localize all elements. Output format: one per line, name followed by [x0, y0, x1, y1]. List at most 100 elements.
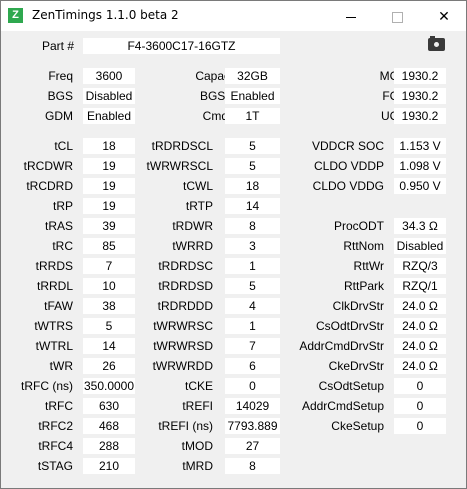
cmd2t-value: 1T — [225, 108, 280, 124]
twtrl-value: 14 — [83, 338, 135, 354]
trrds-value: 7 — [83, 258, 135, 274]
twtrs-value: 5 — [83, 318, 135, 334]
tmod-label: tMOD — [181, 439, 213, 453]
clkdrvstr-label: ClkDrvStr — [332, 299, 384, 313]
procodt-value: 34.3 Ω — [394, 218, 446, 234]
cldo-vddp-label: CLDO VDDP — [313, 159, 384, 173]
twrwrsd-label: tWRWRSD — [153, 339, 213, 353]
trdrdscl-label: tRDRDSCL — [151, 139, 213, 153]
maximize-icon — [391, 11, 403, 23]
csodtsetup-value: 0 — [394, 378, 446, 394]
part-number-value: F4-3600C17-16GTZ — [83, 38, 280, 54]
twrwrdd-label: tWRWRDD — [152, 359, 213, 373]
mclk-value: 1930.2 — [394, 68, 446, 84]
trdrdsc-label: tRDRDSC — [158, 259, 213, 273]
trdrdscl-value: 5 — [225, 138, 280, 154]
twrwrscl-label: tWRWRSCL — [146, 159, 213, 173]
trdwr-label: tRDWR — [172, 219, 213, 233]
rttwr-value: RZQ/3 — [394, 258, 446, 274]
part-number-label: Part # — [41, 39, 74, 53]
twtrl-label: tWTRL — [35, 339, 73, 353]
tcwl-value: 18 — [225, 178, 280, 194]
vddcr-soc-value: 1.153 V — [394, 138, 446, 154]
csodtdrvstr-label: CsOdtDrvStr — [315, 319, 384, 333]
bgs-alt-value: Enabled — [225, 88, 280, 104]
procodt-label: ProcODT — [333, 219, 384, 233]
window-title: ZenTimings 1.1.0 beta 2 — [32, 8, 179, 22]
trc-value: 85 — [83, 238, 135, 254]
trfc2-label: tRFC2 — [38, 419, 73, 433]
title-bar[interactable]: Z ZenTimings 1.1.0 beta 2 ✕ — [1, 1, 466, 31]
tfaw-value: 38 — [83, 298, 135, 314]
app-logo-icon: Z — [8, 8, 23, 23]
rttnom-label: RttNom — [343, 239, 384, 253]
trc-label: tRC — [52, 239, 73, 253]
minimize-icon — [346, 16, 356, 18]
addrcmddrvstr-label: AddrCmdDrvStr — [299, 339, 384, 353]
trcdrd-label: tRCDRD — [26, 179, 73, 193]
trfc-ns-value: 350.0000 — [83, 378, 135, 394]
trrdl-label: tRRDL — [36, 279, 73, 293]
twrwrscl-value: 5 — [225, 158, 280, 174]
app-window: Z ZenTimings 1.1.0 beta 2 ✕ Part # F4-36… — [0, 0, 467, 489]
trefi-label: tREFI — [182, 399, 213, 413]
rttpark-value: RZQ/1 — [394, 278, 446, 294]
trfc4-label: tRFC4 — [38, 439, 73, 453]
minimize-button[interactable] — [328, 1, 374, 31]
ckedrvstr-value: 24.0 Ω — [394, 358, 446, 374]
twr-label: tWR — [49, 359, 73, 373]
trfc-value: 630 — [83, 398, 135, 414]
cldo-vddg-label: CLDO VDDG — [312, 179, 384, 193]
tcl-label: tCL — [54, 139, 73, 153]
tcke-label: tCKE — [184, 379, 213, 393]
tstag-value: 210 — [83, 458, 135, 474]
addrcmddrvstr-value: 24.0 Ω — [394, 338, 446, 354]
trfc-ns-label: tRFC (ns) — [21, 379, 73, 393]
csodtsetup-label: CsOdtSetup — [318, 379, 384, 393]
rttwr-label: RttWr — [353, 259, 384, 273]
trp-label: tRP — [52, 199, 73, 213]
trcdwr-value: 19 — [83, 158, 135, 174]
trcdwr-label: tRCDWR — [23, 159, 73, 173]
fclk-value: 1930.2 — [394, 88, 446, 104]
maximize-button — [374, 1, 420, 31]
twrrd-label: tWRRD — [172, 239, 213, 253]
freq-value: 3600 — [83, 68, 135, 84]
clkdrvstr-value: 24.0 Ω — [394, 298, 446, 314]
bgs-value: Disabled — [83, 88, 135, 104]
tmod-value: 27 — [225, 438, 280, 454]
addrcmdsetup-label: AddrCmdSetup — [301, 399, 384, 413]
ckedrvstr-label: CkeDrvStr — [328, 359, 384, 373]
rttnom-value: Disabled — [394, 238, 446, 254]
ckesetup-value: 0 — [394, 418, 446, 434]
close-button[interactable]: ✕ — [421, 1, 467, 31]
close-icon: ✕ — [438, 8, 450, 24]
trrds-label: tRRDS — [35, 259, 73, 273]
trrdl-value: 10 — [83, 278, 135, 294]
trcdrd-value: 19 — [83, 178, 135, 194]
freq-label: Freq — [48, 69, 73, 83]
trdrddd-label: tRDRDDD — [157, 299, 213, 313]
rttpark-label: RttPark — [343, 279, 384, 293]
trefi-ns-label: tREFI (ns) — [158, 419, 213, 433]
tmrd-value: 8 — [225, 458, 280, 474]
capacity-value: 32GB — [225, 68, 280, 84]
ckesetup-label: CkeSetup — [331, 419, 384, 433]
trdrdsd-label: tRDRDSD — [158, 279, 213, 293]
csodtdrvstr-value: 24.0 Ω — [394, 318, 446, 334]
trfc4-value: 288 — [83, 438, 135, 454]
trfc2-value: 468 — [83, 418, 135, 434]
tras-value: 39 — [83, 218, 135, 234]
trtp-value: 14 — [225, 198, 280, 214]
uclk-value: 1930.2 — [394, 108, 446, 124]
tfaw-label: tFAW — [44, 299, 73, 313]
trp-value: 19 — [83, 198, 135, 214]
screenshot-camera-icon[interactable] — [428, 36, 445, 51]
tstag-label: tSTAG — [37, 459, 73, 473]
trtp-label: tRTP — [185, 199, 213, 213]
addrcmdsetup-value: 0 — [394, 398, 446, 414]
tcwl-label: tCWL — [183, 179, 213, 193]
tras-label: tRAS — [44, 219, 73, 233]
gdm-label: GDM — [45, 109, 73, 123]
cldo-vddp-value: 1.098 V — [394, 158, 446, 174]
